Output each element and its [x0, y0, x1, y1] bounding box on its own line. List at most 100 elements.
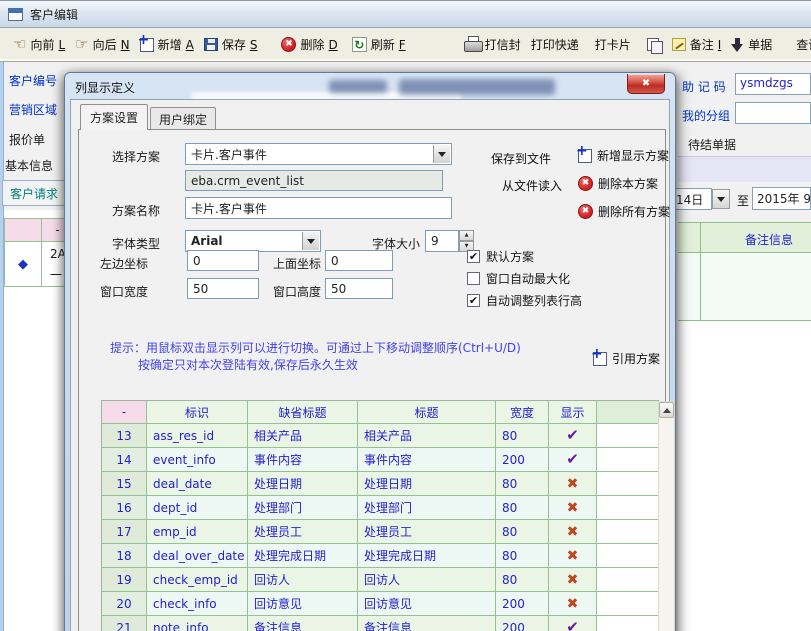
table-row[interactable]: 14event_info事件内容事件内容200✔: [102, 448, 658, 472]
add-scheme-button[interactable]: 新增显示方案: [578, 147, 669, 164]
checkbox-label: 默认方案: [486, 248, 534, 265]
print-express-label: 打印快递: [531, 36, 579, 53]
delete-all-schemes-button[interactable]: ✖ 删除所有方案: [578, 203, 670, 220]
font-size-input[interactable]: 9: [425, 230, 459, 252]
show-cell[interactable]: ✖: [549, 496, 597, 520]
tab-scheme-settings[interactable]: 方案设置: [80, 104, 148, 130]
table-row[interactable]: 13ass_res_id相关产品相关产品80✔: [102, 424, 658, 448]
customer-request-tab[interactable]: 客户请求: [2, 180, 66, 206]
my-group-input[interactable]: [735, 102, 811, 124]
print-envelope-button[interactable]: 打信封: [459, 33, 526, 56]
filler-cell: [597, 616, 658, 631]
filler-cell: [597, 544, 658, 568]
save-button[interactable]: 保存 S: [199, 33, 263, 56]
win-width-input[interactable]: 50: [187, 278, 259, 299]
win-width-label: 窗口宽度: [100, 283, 148, 300]
column-header[interactable]: 标题: [358, 401, 496, 424]
title-cell[interactable]: 处理日期: [358, 472, 496, 496]
glass-blur-blob2: [399, 79, 555, 95]
font-type-combobox[interactable]: Arial: [185, 230, 321, 252]
reference-scheme-button[interactable]: 引用方案: [593, 350, 660, 367]
table-row[interactable]: 15deal_date处理日期处理日期80✖: [102, 472, 658, 496]
cross-icon: ✖: [567, 573, 579, 587]
column-header[interactable]: 标识: [147, 401, 248, 424]
table-row[interactable]: 16dept_id处理部门处理部门80✖: [102, 496, 658, 520]
show-cell[interactable]: ✖: [549, 568, 597, 592]
forward-button[interactable]: ☞ 向后 N: [70, 33, 134, 56]
win-height-input[interactable]: 50: [325, 278, 393, 299]
table-row[interactable]: 20check_info回访意见回访意见200✖: [102, 592, 658, 616]
show-cell[interactable]: ✔: [549, 424, 597, 448]
date-to-field[interactable]: 2015年 9: [752, 187, 811, 210]
title-cell[interactable]: 相关产品: [358, 424, 496, 448]
table-vertical-scrollbar[interactable]: [658, 401, 675, 631]
show-cell[interactable]: ✖: [549, 472, 597, 496]
table-row[interactable]: 19check_emp_id回访人回访人80✖: [102, 568, 658, 592]
top-coord-input[interactable]: 0: [325, 250, 393, 271]
table-row[interactable]: 17emp_id处理员工处理员工80✖: [102, 520, 658, 544]
checkbox-default-scheme[interactable]: ✔ 默认方案: [467, 248, 534, 265]
cross-icon: ✖: [567, 501, 579, 515]
scroll-up-button[interactable]: [659, 402, 674, 418]
checkbox-auto-maximize[interactable]: ✔ 窗口自动最大化: [467, 270, 570, 287]
title-cell[interactable]: 处理完成日期: [358, 544, 496, 568]
date-from-dropdown-button[interactable]: [712, 189, 730, 209]
title-cell[interactable]: 事件内容: [358, 448, 496, 472]
group-band: [678, 156, 811, 182]
scheme-name-input[interactable]: 卡片.客户事件: [185, 197, 452, 219]
read-from-file-button[interactable]: 从文件读入: [502, 177, 562, 194]
delete-scheme-label: 删除本方案: [598, 175, 658, 192]
back-key: L: [58, 38, 65, 52]
combo-arrow-button[interactable]: [302, 232, 319, 250]
refresh-label: 刷新: [371, 36, 395, 53]
title-cell[interactable]: 回访意见: [358, 592, 496, 616]
note-icon: [672, 38, 686, 51]
show-cell[interactable]: ✔: [549, 448, 597, 472]
scheme-select-label: 选择方案: [112, 148, 160, 165]
left-coord-input[interactable]: 0: [187, 250, 259, 271]
table-row[interactable]: 21note_info备注信息备注信息200✔: [102, 616, 658, 631]
show-cell[interactable]: ✖: [549, 592, 597, 616]
scheme-select-combobox[interactable]: 卡片.客户事件: [185, 143, 452, 165]
mnemonic-input[interactable]: ysmdzgs: [735, 73, 811, 95]
table-row[interactable]: 18deal_over_date处理完成日期处理完成日期80✖: [102, 544, 658, 568]
column-header[interactable]: -: [102, 401, 147, 424]
column-header[interactable]: 缺省标题: [248, 401, 358, 424]
copy-pages-button[interactable]: [642, 35, 667, 55]
refresh-icon: ↻: [352, 37, 367, 52]
date-from-field[interactable]: 14日: [672, 188, 712, 210]
font-type-label: 字体类型: [112, 235, 160, 252]
show-cell[interactable]: ✔: [549, 616, 597, 631]
title-cell[interactable]: 回访人: [358, 568, 496, 592]
row-number-cell: 18: [102, 544, 147, 568]
new-button[interactable]: 新增 A: [135, 33, 199, 56]
note-button[interactable]: 备注 I: [667, 33, 727, 56]
title-cell[interactable]: 备注信息: [358, 616, 496, 631]
refresh-button[interactable]: ↻ 刷新 F: [347, 33, 411, 56]
refresh-key: F: [399, 38, 406, 52]
show-cell[interactable]: ✖: [549, 544, 597, 568]
query-button[interactable]: 查询: [791, 33, 811, 56]
save-to-file-button[interactable]: 保存到文件: [491, 150, 551, 167]
delete-button[interactable]: ✖ 删除 D: [276, 33, 342, 56]
printer-icon: [464, 39, 481, 52]
title-cell[interactable]: 处理员工: [358, 520, 496, 544]
column-header[interactable]: 宽度: [496, 401, 549, 424]
print-express-button[interactable]: 打印快递: [526, 33, 584, 56]
tab-user-binding[interactable]: 用户绑定: [150, 107, 216, 130]
checkbox-auto-row-height[interactable]: ✔ 自动调整列表行高: [467, 292, 582, 309]
basic-info-tab[interactable]: 基本信息: [5, 157, 53, 174]
combo-arrow-button[interactable]: [433, 145, 450, 163]
new-key: A: [186, 38, 194, 52]
title-cell[interactable]: 处理部门: [358, 496, 496, 520]
hand-left-icon: ☜: [13, 37, 26, 52]
left-grid-marker-cell[interactable]: ◆: [4, 241, 42, 287]
column-header[interactable]: 显示: [549, 401, 597, 424]
print-card-button[interactable]: 打卡片: [590, 33, 636, 56]
close-button[interactable]: ✖: [627, 74, 665, 94]
spin-up-icon[interactable]: ▲: [459, 230, 474, 241]
delete-scheme-button[interactable]: ✖ 删除本方案: [578, 175, 658, 192]
show-cell[interactable]: ✖: [549, 520, 597, 544]
document-button[interactable]: 单据: [726, 33, 777, 56]
back-button[interactable]: ☜ 向前 L: [8, 33, 70, 56]
